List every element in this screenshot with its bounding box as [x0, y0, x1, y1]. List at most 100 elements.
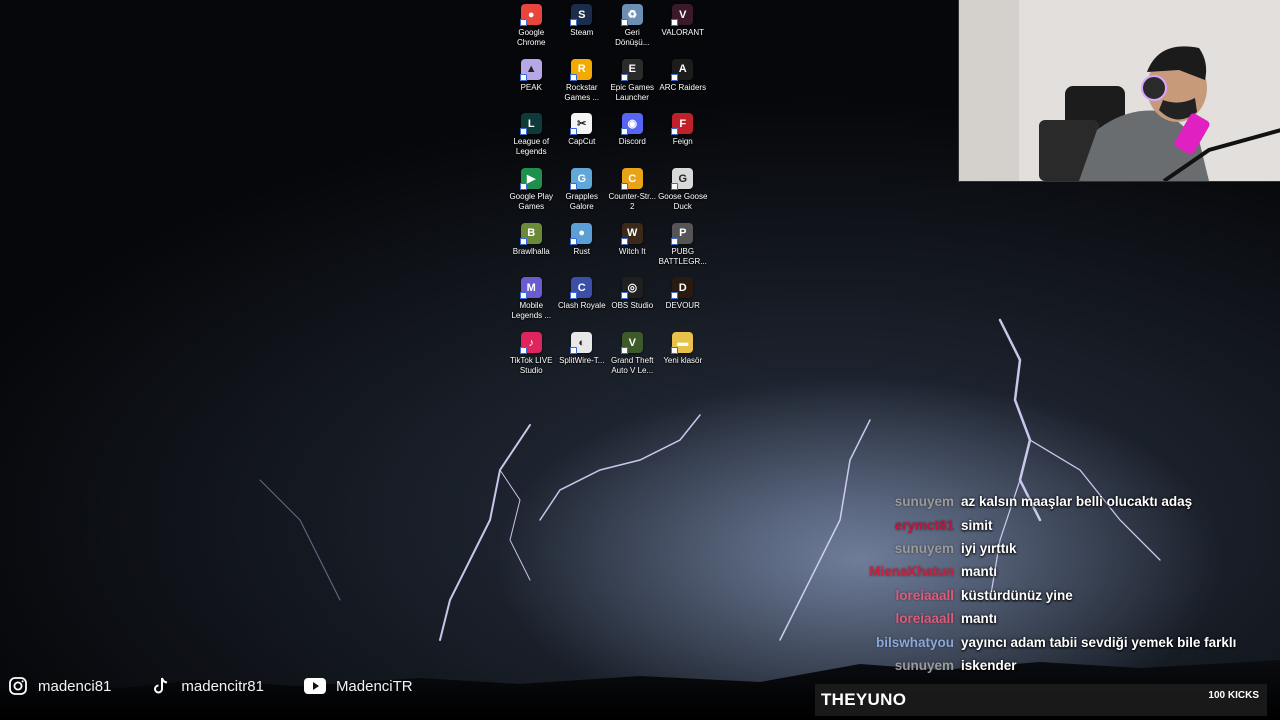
chat-text: iskender [961, 657, 1017, 673]
chat-username: loreiaaall [895, 587, 954, 603]
desktop-shortcut[interactable]: V VALORANT [658, 4, 709, 59]
desktop-shortcut[interactable]: G Grapples Galore [557, 168, 608, 223]
chat-message: sunuyem az kalsın maaşlar belli olucaktı … [850, 490, 1270, 513]
desktop-shortcut[interactable]: L League of Legends [506, 113, 557, 168]
instagram-icon [9, 677, 27, 695]
desktop-shortcut-label: Witch It [618, 246, 646, 256]
social-tiktok: madencitr81 [151, 676, 264, 696]
desktop-shortcut-label: Grand Theft Auto V Le... [610, 356, 654, 376]
chat-username: sunuyem [894, 657, 954, 673]
desktop-shortcut[interactable]: ✂ CapCut [557, 113, 608, 168]
desktop-shortcut-label: Goose Goose Duck [658, 192, 708, 212]
desktop-shortcut-label: Rust [573, 246, 590, 256]
peak-icon: ▲ [519, 58, 542, 81]
chrome-icon: ● [519, 4, 542, 26]
streamer-webcam-feed [959, 0, 1280, 181]
chat-username: MienaKhatun [869, 564, 954, 580]
chat-message: bilswhatyou yayıncı adam tabii sevdiği ye… [850, 630, 1270, 653]
splitwire-icon: ◐ [570, 332, 593, 355]
desktop-shortcut-label: Counter-Str... 2 [608, 192, 657, 212]
chat-username: sunuyem [894, 540, 954, 556]
desktop-shortcut[interactable]: G Goose Goose Duck [658, 168, 709, 223]
youtube-handle: MadenciTR [335, 677, 413, 695]
devour-icon: D [671, 277, 694, 300]
desktop-shortcut-label: Grapples Galore [565, 192, 598, 212]
brawlhalla-icon: B [519, 222, 542, 245]
chat-text: az kalsın maaşlar belli olucaktı adaş [961, 494, 1193, 510]
desktop-shortcut[interactable]: A ARC Raiders [658, 58, 709, 114]
desktop-shortcut[interactable]: ▲ PEAK [506, 58, 557, 114]
desktop-shortcut[interactable]: S Steam [557, 4, 608, 59]
desktop-shortcut-label: Discord [618, 137, 646, 147]
desktop-shortcut[interactable]: P PUBG BATTLEGR... [658, 222, 709, 278]
chat-message: loreiaaall mantı [850, 607, 1270, 630]
desktop-shortcut[interactable]: ♻ Geri Dönüşü... [607, 4, 658, 59]
clash-royale-icon: C [570, 277, 593, 300]
desktop-shortcut[interactable]: E Epic Games Launcher [607, 58, 658, 114]
desktop-shortcut[interactable]: ● Google Chrome [506, 4, 557, 59]
desktop-shortcut[interactable]: F Feign [658, 113, 709, 168]
desktop-shortcut-label: Clash Royale [557, 301, 606, 311]
chat-text: küstürdünüz yine [961, 587, 1073, 603]
chat-text: mantı [961, 611, 998, 627]
desktop-shortcut[interactable]: ◎ OBS Studio [607, 277, 658, 332]
rockstar-icon: R [570, 58, 593, 81]
feign-icon: F [671, 113, 694, 136]
desktop-shortcut[interactable]: D DEVOUR [658, 277, 709, 332]
desktop-shortcut-label: DEVOUR [665, 301, 700, 311]
desktop-shortcut-label: Mobile Legends ... [511, 301, 552, 321]
league-of-legends-icon: L [519, 113, 542, 136]
desktop-shortcut-label: Rockstar Games ... [564, 82, 600, 102]
chat-username: erymct81 [894, 517, 954, 533]
folder-icon: ▬ [671, 332, 694, 355]
google-play-games-icon: ▶ [519, 168, 542, 191]
desktop-shortcut-label: Google Play Games [509, 192, 554, 212]
desktop-shortcut[interactable]: R Rockstar Games ... [557, 58, 608, 114]
chat-username: bilswhatyou [875, 634, 954, 650]
desktop-shortcut-label: VALORANT [661, 28, 705, 37]
counter-strike-icon: C [620, 168, 643, 191]
latest-sub-bar: THEYUNO 100 KICKS [815, 684, 1267, 716]
grapples-galore-icon: G [570, 168, 593, 191]
desktop-shortcut[interactable]: V Grand Theft Auto V Le... [607, 332, 658, 387]
desktop-shortcut[interactable]: W Witch It [607, 222, 658, 278]
desktop-shortcut-label: Epic Games Launcher [610, 82, 655, 102]
desktop-shortcut[interactable]: M Mobile Legends ... [506, 277, 557, 332]
epic-games-icon: E [620, 58, 643, 81]
latest-subscriber-name: THEYUNO [821, 690, 907, 709]
desktop-shortcut[interactable]: ♪ TikTok LIVE Studio [506, 332, 557, 387]
chat-username: loreiaaall [895, 611, 954, 627]
desktop-shortcut-label: Geri Dönüşü... [615, 28, 650, 47]
desktop-shortcut-label: TikTok LIVE Studio [510, 356, 553, 376]
discord-icon: ◉ [620, 113, 643, 136]
chat-text: mantı [961, 564, 998, 580]
sub-goal-label: 100 KICKS [1208, 689, 1259, 701]
desktop-shortcut[interactable]: ● Rust [557, 222, 608, 278]
desktop-shortcut[interactable]: ◐ SplitWire-T... [557, 332, 608, 387]
arc-raiders-icon: A [671, 58, 694, 81]
desktop-shortcut[interactable]: C Clash Royale [557, 277, 608, 332]
desktop-shortcut[interactable]: ◉ Discord [607, 113, 658, 168]
chat-message: loreiaaall küstürdünüz yine [850, 584, 1270, 607]
chat-overlay: sunuyem az kalsın maaşlar belli olucaktı … [850, 490, 1270, 677]
desktop-shortcut-label: Yeni klasör [663, 356, 703, 366]
chat-message: sunuyem iskender [850, 654, 1270, 677]
rust-icon: ● [570, 222, 593, 245]
webcam-overlay [958, 0, 1280, 182]
instagram-handle: madenci81 [38, 677, 112, 695]
obs-studio-icon: ◎ [620, 277, 643, 300]
desktop-shortcut[interactable]: C Counter-Str... 2 [607, 168, 658, 223]
desktop-shortcut-label: League of Legends [513, 137, 550, 157]
goose-goose-duck-icon: G [671, 168, 694, 191]
desktop-icon-grid: ● Google Chrome S Steam ♻ Geri Dönüşü... V VALO… [506, 4, 716, 387]
chat-username: sunuyem [894, 494, 954, 510]
desktop-shortcut[interactable]: B Brawlhalla [506, 222, 557, 278]
desktop-shortcut[interactable]: ▶ Google Play Games [506, 168, 557, 223]
chat-message: MienaKhatun mantı [850, 560, 1270, 583]
desktop-shortcut-label: Google Chrome [517, 28, 546, 47]
desktop-shortcut[interactable]: ▬ Yeni klasör [658, 332, 709, 387]
desktop-shortcut-label: PUBG BATTLEGR... [658, 246, 707, 266]
desktop-shortcut-label: Feign [672, 137, 693, 147]
steam-icon: S [570, 4, 593, 26]
desktop-shortcut-label: CapCut [568, 137, 596, 147]
